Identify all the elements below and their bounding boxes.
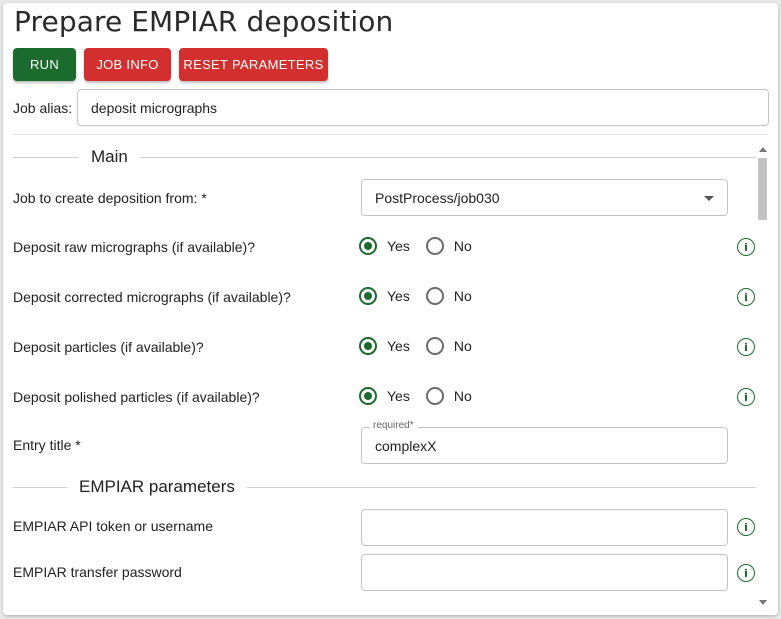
radio-label-yes: Yes <box>387 388 410 404</box>
job-from-value: PostProcess/job030 <box>375 189 500 206</box>
section-title-empiar: EMPIAR parameters <box>79 477 235 496</box>
section-line <box>246 486 756 488</box>
info-circle-icon[interactable]: i <box>737 338 755 356</box>
entry-title-label: Entry title * <box>13 437 81 453</box>
job-alias-label: Job alias: <box>13 100 73 116</box>
divider <box>13 134 768 135</box>
particles-yes-radio[interactable]: Yes <box>359 337 410 355</box>
info-circle-icon[interactable]: i <box>737 518 755 536</box>
job-alias-input[interactable] <box>77 89 769 126</box>
info-circle-icon[interactable]: i <box>737 238 755 256</box>
transfer-password-input[interactable] <box>361 554 728 591</box>
section-line <box>13 156 79 158</box>
polished-particles-no-radio[interactable]: No <box>425 387 472 405</box>
raw-micrographs-label: Deposit raw micrographs (if available)? <box>13 239 255 255</box>
job-from-label: Job to create deposition from: * <box>13 190 207 206</box>
particles-radio-group: Yes No <box>359 335 488 357</box>
api-token-label: EMPIAR API token or username <box>13 518 213 534</box>
polished-particles-label: Deposit polished particles (if available… <box>13 389 260 405</box>
info-circle-icon[interactable]: i <box>737 564 755 582</box>
transfer-password-label: EMPIAR transfer password <box>13 564 182 580</box>
run-button[interactable]: RUN <box>13 48 76 81</box>
job-from-select[interactable]: PostProcess/job030 <box>361 179 728 216</box>
entry-title-floating-label: required* <box>369 420 418 431</box>
scrollbar[interactable] <box>757 143 769 609</box>
particles-label: Deposit particles (if available)? <box>13 339 204 355</box>
reset-parameters-button[interactable]: RESET PARAMETERS <box>179 48 328 81</box>
section-title-main: Main <box>91 147 128 166</box>
radio-selected-icon <box>359 287 377 305</box>
job-info-button[interactable]: JOB INFO <box>84 48 171 81</box>
raw-micrographs-radio-group: Yes No <box>359 235 488 257</box>
entry-title-input[interactable] <box>361 427 728 464</box>
radio-selected-icon <box>359 387 377 405</box>
section-header-empiar: EMPIAR parameters <box>13 477 756 497</box>
radio-label-no: No <box>453 388 472 404</box>
particles-no-radio[interactable]: No <box>425 337 472 355</box>
radio-label-no: No <box>453 288 472 304</box>
corrected-micrographs-label: Deposit corrected micrographs (if availa… <box>13 289 291 305</box>
radio-label-yes: Yes <box>387 338 410 354</box>
corrected-micrographs-radio-group: Yes No <box>359 285 488 307</box>
section-line <box>139 156 756 158</box>
api-token-input[interactable] <box>361 509 728 546</box>
raw-micrographs-no-radio[interactable]: No <box>425 237 472 255</box>
radio-unselected-icon <box>425 237 444 255</box>
section-line <box>13 486 67 488</box>
info-circle-icon[interactable]: i <box>737 388 755 406</box>
radio-label-no: No <box>453 338 472 354</box>
job-form-card: Prepare EMPIAR deposition RUN JOB INFO R… <box>3 3 778 615</box>
radio-selected-icon <box>359 337 377 355</box>
radio-unselected-icon <box>425 287 444 305</box>
radio-label-yes: Yes <box>387 288 410 304</box>
polished-particles-yes-radio[interactable]: Yes <box>359 387 410 405</box>
scroll-down-arrow-icon[interactable] <box>759 600 767 605</box>
radio-label-yes: Yes <box>387 238 410 254</box>
section-header-main: Main <box>13 147 756 167</box>
radio-selected-icon <box>359 237 377 255</box>
scroll-up-arrow-icon[interactable] <box>759 147 767 152</box>
scrollbar-thumb[interactable] <box>758 158 767 220</box>
info-circle-icon[interactable]: i <box>737 288 755 306</box>
page-title: Prepare EMPIAR deposition <box>14 5 394 38</box>
polished-particles-radio-group: Yes No <box>359 385 488 407</box>
radio-unselected-icon <box>425 387 444 405</box>
radio-label-no: No <box>453 238 472 254</box>
radio-unselected-icon <box>425 337 444 355</box>
raw-micrographs-yes-radio[interactable]: Yes <box>359 237 410 255</box>
chevron-down-icon <box>704 196 714 201</box>
corrected-micrographs-no-radio[interactable]: No <box>425 287 472 305</box>
corrected-micrographs-yes-radio[interactable]: Yes <box>359 287 410 305</box>
